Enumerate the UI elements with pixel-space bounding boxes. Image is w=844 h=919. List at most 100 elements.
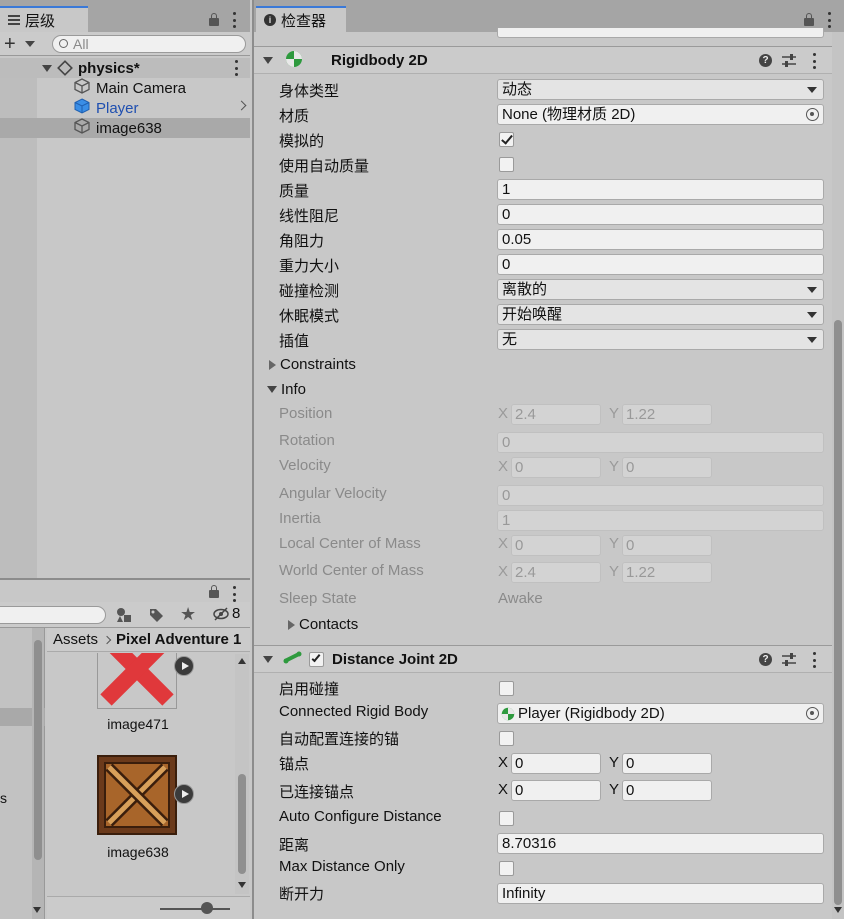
lock-icon[interactable] bbox=[209, 585, 219, 598]
asset-grid-scroll-thumb[interactable] bbox=[238, 774, 246, 874]
distance-joint2d-header[interactable]: Distance Joint 2D ? bbox=[254, 645, 832, 673]
auto-distance-checkbox[interactable] bbox=[499, 811, 514, 826]
folder-tree-scroll-thumb[interactable] bbox=[34, 640, 42, 860]
auto-distance-label: Auto Configure Distance bbox=[279, 808, 442, 825]
object-picker-icon[interactable] bbox=[806, 707, 819, 720]
presets-icon[interactable] bbox=[782, 54, 796, 70]
chevron-down-icon bbox=[807, 312, 817, 318]
gravity-scale-label: 重力大小 bbox=[279, 258, 340, 275]
x-label: X bbox=[498, 563, 509, 580]
zoom-slider-track[interactable] bbox=[160, 908, 230, 910]
collision-detection-dropdown[interactable]: 离散的 bbox=[497, 279, 824, 300]
hierarchy-search-input[interactable]: All bbox=[52, 35, 246, 53]
scroll-up-icon[interactable] bbox=[238, 658, 246, 664]
linear-drag-input[interactable]: 0 bbox=[497, 204, 824, 225]
sleep-mode-label: 休眠模式 bbox=[279, 308, 340, 325]
presets-icon[interactable] bbox=[782, 653, 796, 669]
clipped-field-above bbox=[497, 28, 824, 38]
asset-grid-scrollbar[interactable] bbox=[235, 654, 249, 894]
contacts-foldout[interactable]: Contacts bbox=[288, 616, 358, 633]
folder-tree-scrollbar[interactable] bbox=[32, 628, 44, 919]
play-preview-icon[interactable] bbox=[174, 784, 194, 804]
gravity-scale-input[interactable]: 0 bbox=[497, 254, 824, 275]
enable-collision-label: 启用碰撞 bbox=[279, 681, 340, 698]
info-icon: i bbox=[264, 14, 276, 26]
rigidbody2d-header[interactable]: Rigidbody 2D ? bbox=[254, 46, 832, 74]
tree-item-image638[interactable]: image638 bbox=[0, 118, 250, 138]
info-foldout[interactable]: Info bbox=[267, 381, 306, 398]
inertia-field: 1 bbox=[497, 510, 824, 531]
scroll-down-icon[interactable] bbox=[834, 907, 842, 913]
tree-item-player[interactable]: Player bbox=[0, 98, 250, 118]
scroll-down-icon[interactable] bbox=[238, 882, 246, 888]
breadcrumb-assets[interactable]: Assets bbox=[53, 631, 98, 648]
hidden-eye-icon[interactable] bbox=[213, 607, 229, 621]
material-value: None (物理材质 2D) bbox=[502, 106, 636, 123]
more-menu-icon[interactable] bbox=[232, 586, 236, 602]
play-preview-icon[interactable] bbox=[174, 656, 194, 676]
collapse-arrow-icon[interactable] bbox=[263, 655, 273, 663]
search-placeholder: All bbox=[73, 36, 89, 52]
enable-collision-checkbox[interactable] bbox=[499, 681, 514, 696]
velocity-label: Velocity bbox=[279, 457, 331, 474]
lock-icon[interactable] bbox=[209, 13, 219, 26]
velocity-x-field: 0 bbox=[511, 457, 601, 478]
help-icon[interactable]: ? bbox=[759, 653, 772, 666]
angular-drag-input[interactable]: 0.05 bbox=[497, 229, 824, 250]
simulated-checkbox[interactable] bbox=[499, 132, 514, 147]
distance-input[interactable]: 8.70316 bbox=[497, 833, 824, 854]
asset-thumb-image638[interactable] bbox=[97, 755, 177, 835]
interpolate-dropdown[interactable]: 无 bbox=[497, 329, 824, 350]
filter-by-type-icon[interactable] bbox=[116, 607, 132, 623]
constraints-foldout[interactable]: Constraints bbox=[269, 356, 356, 373]
component-more-icon[interactable] bbox=[812, 652, 816, 668]
component-title: Distance Joint 2D bbox=[332, 650, 458, 668]
inspector-scrollbar[interactable] bbox=[832, 32, 844, 919]
scene-row[interactable]: physics* bbox=[0, 58, 250, 78]
more-menu-icon[interactable] bbox=[232, 12, 236, 28]
connected-rigidbody-field[interactable]: Player (Rigidbody 2D) bbox=[497, 703, 824, 724]
mass-input[interactable]: 1 bbox=[497, 179, 824, 200]
tab-inspector[interactable]: i 检查器 bbox=[256, 6, 346, 32]
lock-icon[interactable] bbox=[804, 13, 814, 26]
expand-arrow-icon[interactable] bbox=[42, 64, 52, 72]
auto-anchor-checkbox[interactable] bbox=[499, 731, 514, 746]
connected-anchor-y-input[interactable]: 0 bbox=[622, 780, 712, 801]
project-search-input[interactable] bbox=[0, 606, 106, 624]
tab-hierarchy[interactable]: 层级 bbox=[0, 6, 88, 32]
scene-more-icon[interactable] bbox=[234, 60, 238, 76]
body-type-dropdown[interactable]: 动态 bbox=[497, 79, 824, 100]
anchor-x-input[interactable]: 0 bbox=[511, 753, 601, 774]
component-more-icon[interactable] bbox=[812, 53, 816, 69]
scroll-down-icon[interactable] bbox=[33, 907, 41, 913]
star-icon[interactable]: ★ bbox=[180, 604, 196, 625]
more-menu-icon[interactable] bbox=[827, 12, 831, 28]
collapse-arrow-icon[interactable] bbox=[263, 56, 273, 64]
position-x-field: 2.4 bbox=[511, 404, 601, 425]
object-picker-icon[interactable] bbox=[806, 108, 819, 121]
material-field[interactable]: None (物理材质 2D) bbox=[497, 104, 824, 125]
zoom-slider-thumb[interactable] bbox=[201, 902, 213, 914]
component-enabled-checkbox[interactable] bbox=[309, 651, 324, 667]
connected-anchor-label: 已连接锚点 bbox=[279, 784, 355, 801]
auto-mass-checkbox[interactable] bbox=[499, 157, 514, 172]
tree-item-main-camera[interactable]: Main Camera bbox=[0, 78, 250, 98]
anchor-y-input[interactable]: 0 bbox=[622, 753, 712, 774]
gameobject-cube-icon bbox=[74, 78, 90, 98]
tag-icon[interactable] bbox=[148, 607, 164, 623]
chevron-right-icon[interactable] bbox=[236, 100, 247, 111]
breadcrumb-pixel-adventure[interactable]: Pixel Adventure 1 bbox=[116, 631, 241, 648]
help-icon[interactable]: ? bbox=[759, 54, 772, 67]
material-label: 材质 bbox=[279, 108, 310, 125]
add-icon[interactable]: + bbox=[4, 34, 16, 54]
chevron-down-icon[interactable] bbox=[25, 41, 35, 47]
break-force-input[interactable]: Infinity bbox=[497, 883, 824, 904]
inspector-scroll-thumb[interactable] bbox=[834, 320, 842, 905]
velocity-y-field: 0 bbox=[622, 457, 712, 478]
max-distance-only-checkbox[interactable] bbox=[499, 861, 514, 876]
connected-rigidbody-value: Player (Rigidbody 2D) bbox=[518, 705, 665, 722]
asset-thumb-image471[interactable] bbox=[97, 653, 177, 709]
tree-gutter bbox=[0, 78, 37, 578]
sleep-mode-dropdown[interactable]: 开始唤醒 bbox=[497, 304, 824, 325]
connected-anchor-x-input[interactable]: 0 bbox=[511, 780, 601, 801]
